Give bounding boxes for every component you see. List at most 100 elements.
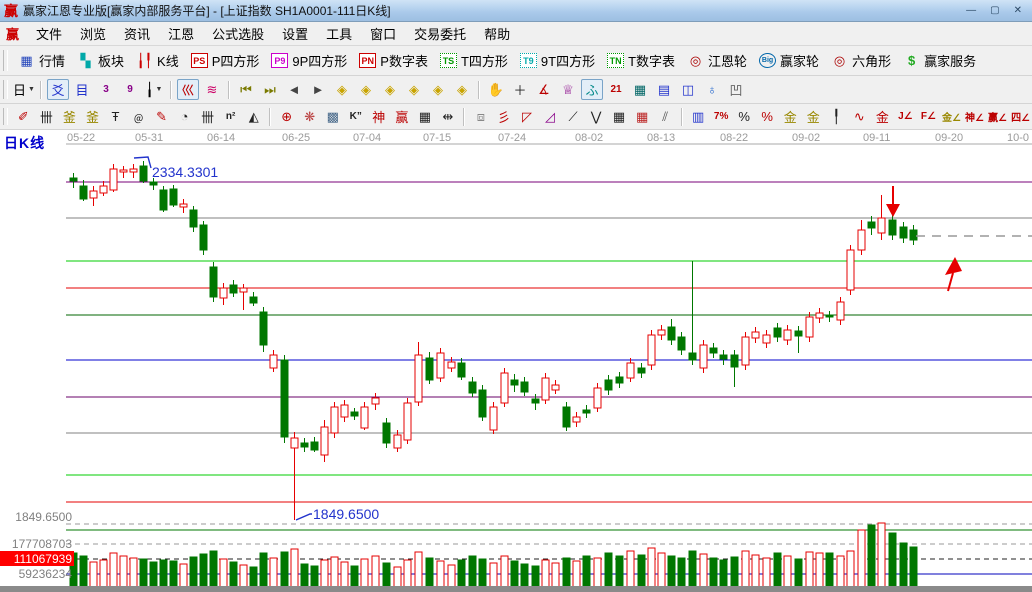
candlestick-chart[interactable]: 05-2205-3106-1406-2507-0407-1507-2408-02… xyxy=(0,130,1032,592)
fan-box-tool-2[interactable]: ◿ xyxy=(539,106,560,127)
minimize-icon[interactable]: — xyxy=(966,1,976,21)
kline-chart-area[interactable]: 日K线 05-2205-3106-1406-2507-0407-1507-240… xyxy=(0,130,1032,592)
trend-pencil-tool[interactable]: ⟋ xyxy=(562,106,583,127)
menu-item-交易委托[interactable]: 交易委托 xyxy=(405,22,475,45)
scribble-tool-button[interactable]: ふ xyxy=(581,79,603,100)
v-wave-tool[interactable]: ⋁ xyxy=(586,106,607,127)
gold-lines-tool[interactable]: 金 xyxy=(803,106,824,127)
crosshair-tool-button[interactable]: ＋ xyxy=(509,79,531,100)
gold-circle-tool[interactable]: 金 xyxy=(780,106,801,127)
menu-item-浏览[interactable]: 浏览 xyxy=(71,22,115,45)
gold-gate-tool-2[interactable]: 釜 xyxy=(82,106,103,127)
menu-item-工具[interactable]: 工具 xyxy=(317,22,361,45)
percent-tool[interactable]: % xyxy=(734,106,755,127)
calendar-button[interactable]: 21 xyxy=(605,79,627,100)
cycle-clock-tool[interactable]: ◔ xyxy=(174,106,195,127)
fan-box-tool-1[interactable]: ◸ xyxy=(516,106,537,127)
horizontal-scrollbar[interactable] xyxy=(0,586,1032,592)
grow-x-button[interactable]: ◈ xyxy=(355,79,377,100)
n-squared-tool[interactable]: n² xyxy=(220,106,241,127)
compress-xy-button[interactable]: ◈ xyxy=(403,79,425,100)
f-angle-tool[interactable]: F∠ xyxy=(918,106,939,127)
comb-grid-tool[interactable]: 卌 xyxy=(36,106,57,127)
percent7-tool[interactable]: 7% xyxy=(711,106,732,127)
info-note-button[interactable]: 目 xyxy=(71,79,93,100)
hexagon-button[interactable]: ◎六角形 xyxy=(825,49,897,72)
volume-profile-button[interactable]: ≋ xyxy=(201,79,223,100)
menu-item-窗口[interactable]: 窗口 xyxy=(361,22,405,45)
wave3-indicator-button[interactable]: 3 xyxy=(95,79,117,100)
stats-table-tool[interactable]: ▥ xyxy=(688,106,709,127)
ying-tool[interactable]: 赢 xyxy=(391,106,412,127)
9p-square-button[interactable]: P99P四方形 xyxy=(265,49,353,72)
menu-item-设置[interactable]: 设置 xyxy=(273,22,317,45)
kline-button[interactable]: ╽╿K线 xyxy=(130,49,185,72)
wave-channel-tool[interactable]: ∿ xyxy=(849,106,870,127)
p-digit-table-button[interactable]: PNP数字表 xyxy=(353,49,434,72)
menu-item-江恩[interactable]: 江恩 xyxy=(159,22,203,45)
winner-wheel-button[interactable]: Big赢家轮 xyxy=(753,49,825,72)
expand-xy-button[interactable]: ◈ xyxy=(427,79,449,100)
gann-wheel-button[interactable]: ◎江恩轮 xyxy=(681,49,753,72)
menu-item-公式选股[interactable]: 公式选股 xyxy=(203,22,273,45)
first-bar-button[interactable]: ⏮ xyxy=(235,79,257,100)
spiral-tool[interactable]: ﹫ xyxy=(128,106,149,127)
winner-service-button[interactable]: $赢家服务 xyxy=(897,49,982,72)
gold-angle-tool[interactable]: 金∠ xyxy=(941,106,962,127)
quotes-button[interactable]: ▦行情 xyxy=(12,49,71,72)
spider-web-tool[interactable]: ❋ xyxy=(299,106,320,127)
p-square-button[interactable]: PSP四方形 xyxy=(185,49,266,72)
angle-measure-button[interactable]: ∡ xyxy=(533,79,555,100)
period-day-selector[interactable]: 日▼ xyxy=(13,79,35,100)
comb-grid-tool-2[interactable]: 卌 xyxy=(197,106,218,127)
wave9-indicator-button[interactable]: 9 xyxy=(119,79,141,100)
si-angle-tool[interactable]: 四∠ xyxy=(1010,106,1031,127)
red-pencil-tool[interactable]: ✎ xyxy=(151,106,172,127)
expand-x-button[interactable]: ◈ xyxy=(379,79,401,100)
candle-marker-tool[interactable]: ╿ xyxy=(826,106,847,127)
shen-tool[interactable]: 神 xyxy=(368,106,389,127)
grid-123-tool[interactable]: ▦ xyxy=(414,106,435,127)
red-grid-tool[interactable]: ▦ xyxy=(632,106,653,127)
percent-line-tool[interactable]: % xyxy=(757,106,778,127)
gold-gate-tool-1[interactable]: 釜 xyxy=(59,106,80,127)
shen-angle-tool[interactable]: 神∠ xyxy=(964,106,985,127)
gann-compass-tool[interactable]: ⊕ xyxy=(276,106,297,127)
t-digit-table-button[interactable]: TNT数字表 xyxy=(601,49,681,72)
maximize-icon[interactable]: ▢ xyxy=(990,1,999,21)
f-ruler-tool[interactable]: Ŧ xyxy=(105,106,126,127)
web-box-tool[interactable]: ▩ xyxy=(322,106,343,127)
shrink-x-button[interactable]: ◈ xyxy=(331,79,353,100)
gann-tool-button[interactable]: ♕ xyxy=(557,79,579,100)
candle-style-selector[interactable]: ╽▼ xyxy=(143,79,165,100)
parallel-lines-tool[interactable]: ⫽ xyxy=(655,106,676,127)
angle-set-tool[interactable]: ◭ xyxy=(243,106,264,127)
9t-square-button[interactable]: T99T四方形 xyxy=(514,49,601,72)
pattern-overlay-toggle[interactable]: 巛 xyxy=(177,79,199,100)
next-bar-button[interactable]: ► xyxy=(307,79,329,100)
menu-item-文件[interactable]: 文件 xyxy=(27,22,71,45)
speed-fan-tool[interactable]: 彡 xyxy=(493,106,514,127)
paint-brush-tool[interactable]: ✐ xyxy=(13,106,34,127)
gold-underline-tool[interactable]: 金 xyxy=(872,106,893,127)
menu-item-帮助[interactable]: 帮助 xyxy=(475,22,519,45)
close-icon[interactable]: ✕ xyxy=(1014,1,1022,21)
report-notes-button[interactable]: ▤ xyxy=(653,79,675,100)
zigzag-overlay-toggle[interactable]: 爻 xyxy=(47,79,69,100)
prev-bar-button[interactable]: ◄ xyxy=(283,79,305,100)
workstation-button[interactable]: 凹 xyxy=(725,79,747,100)
save-button[interactable]: ◫ xyxy=(677,79,699,100)
ying-angle-tool[interactable]: 赢∠ xyxy=(987,106,1008,127)
calculator-button[interactable]: ▦ xyxy=(629,79,651,100)
sectors-button[interactable]: ▚板块 xyxy=(71,49,130,72)
last-bar-button[interactable]: ⏭ xyxy=(259,79,281,100)
j-angle-tool[interactable]: J∠ xyxy=(895,106,916,127)
span-measure-tool[interactable]: ⇹ xyxy=(437,106,458,127)
t-square-button[interactable]: TST四方形 xyxy=(434,49,514,72)
box-frame-tool[interactable]: ⧈ xyxy=(470,106,491,127)
menu-item-资讯[interactable]: 资讯 xyxy=(115,22,159,45)
fine-grid-tool[interactable]: ▦ xyxy=(609,106,630,127)
hand-tool-button[interactable]: ✋ xyxy=(485,79,507,100)
k-quote-tool[interactable]: K” xyxy=(345,106,366,127)
reset-view-button[interactable]: ◈ xyxy=(451,79,473,100)
